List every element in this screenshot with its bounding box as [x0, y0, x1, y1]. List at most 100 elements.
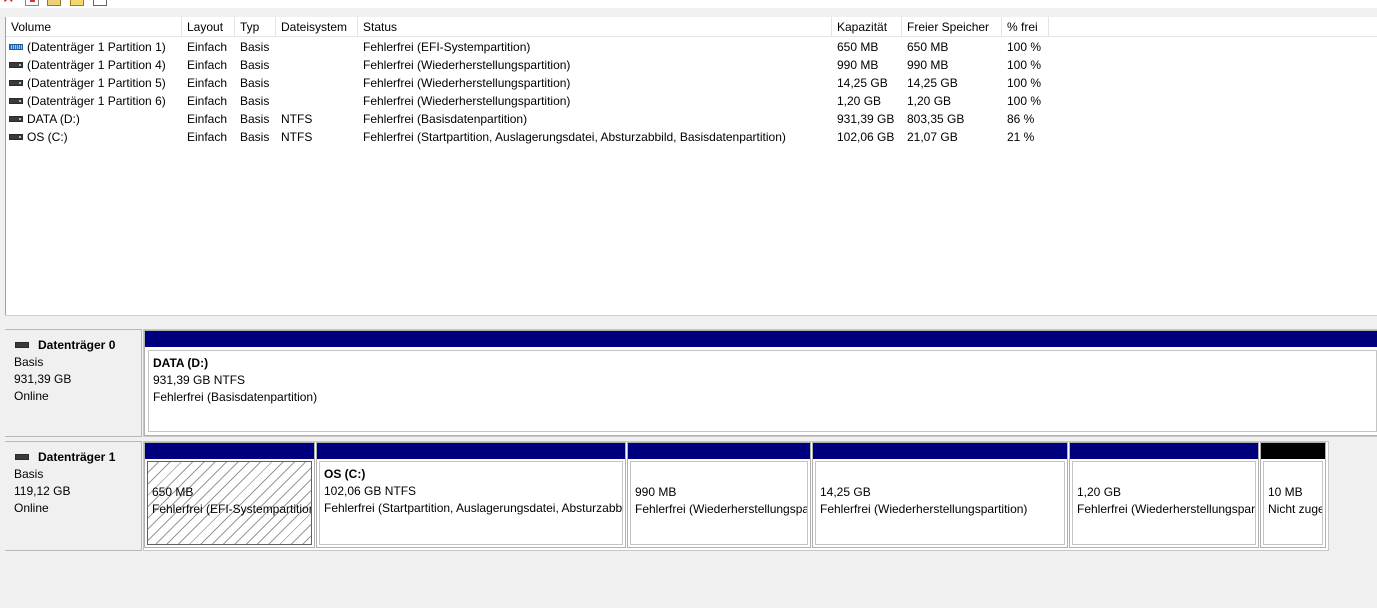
- partition-bar: [1070, 443, 1258, 459]
- partition-bar: [813, 443, 1067, 459]
- column-header-volume[interactable]: Volume: [6, 17, 182, 37]
- partition-data-d[interactable]: DATA (D:) 931,39 GB NTFS Fehlerfrei (Bas…: [144, 330, 1377, 436]
- volume-icon: [9, 115, 23, 122]
- column-header-dateisystem[interactable]: Dateisystem: [276, 17, 358, 37]
- cell-status: Fehlerfrei (EFI-Systempartition): [363, 40, 531, 54]
- cell-status: Fehlerfrei (Basisdatenpartition): [363, 112, 528, 126]
- cell-dateisystem: NTFS: [281, 112, 313, 126]
- cell-prozent-frei: 100 %: [1007, 94, 1042, 108]
- cell-layout: Einfach: [187, 112, 228, 126]
- cell-layout: Einfach: [187, 130, 228, 144]
- disk-label-0[interactable]: Datenträger 0 Basis 931,39 GB Online: [5, 329, 142, 437]
- cell-dateisystem: [276, 74, 358, 92]
- column-header-kapazitaet[interactable]: Kapazität: [832, 17, 902, 37]
- cell-prozent-frei: 21 %: [1007, 130, 1035, 144]
- cell-kapazitaet: 650 MB: [837, 40, 879, 54]
- cell-typ: Basis: [240, 76, 270, 90]
- delete-icon[interactable]: ✕: [2, 0, 16, 6]
- pane-splitter[interactable]: [5, 315, 1377, 321]
- partition-title: DATA (D:): [153, 356, 209, 370]
- cell-status: Fehlerfrei (Wiederherstellungspartition): [363, 58, 571, 72]
- partition-body[interactable]: OS (C:) 102,06 GB NTFS Fehlerfrei (Start…: [319, 461, 623, 545]
- disk-area-0: DATA (D:) 931,39 GB NTFS Fehlerfrei (Bas…: [143, 329, 1377, 437]
- partition-status: Fehlerfrei (Startpartition, Auslagerungs…: [324, 501, 623, 515]
- partition-bar: [145, 443, 314, 459]
- disk-name: Datenträger 1: [38, 450, 116, 464]
- partition-unallocated[interactable]: 10 MB Nicht zugeordnet: [1260, 442, 1326, 548]
- partition-efi[interactable]: 650 MB Fehlerfrei (EFI-Systempartition): [144, 442, 315, 548]
- disk-label-1[interactable]: Datenträger 1 Basis 119,12 GB Online: [5, 441, 142, 551]
- console-icon[interactable]: [93, 0, 107, 6]
- cell-status: Fehlerfrei (Wiederherstellungspartition): [363, 76, 571, 90]
- cell-layout: Einfach: [187, 76, 228, 90]
- disk-area-1: 650 MB Fehlerfrei (EFI-Systempartition) …: [143, 441, 1329, 551]
- partition-size: 1,20 GB: [1077, 485, 1122, 499]
- cell-freier-speicher: 21,07 GB: [907, 130, 958, 144]
- volume-name: (Datenträger 1 Partition 4): [27, 58, 166, 72]
- cell-kapazitaet: 990 MB: [837, 58, 879, 72]
- partition-size: 650 MB: [152, 485, 194, 499]
- column-header-layout[interactable]: Layout: [182, 17, 235, 37]
- cell-dateisystem: [276, 92, 358, 110]
- volume-icon: [9, 133, 23, 140]
- partition-size: 102,06 GB NTFS: [324, 484, 417, 498]
- cell-volume: (Datenträger 1 Partition 4): [6, 56, 182, 74]
- volume-icon: [9, 43, 23, 50]
- partition-bar: [145, 331, 1377, 347]
- column-header-freier-speicher[interactable]: Freier Speicher: [902, 17, 1002, 37]
- partition-recovery-5[interactable]: 14,25 GB Fehlerfrei (Wiederherstellungsp…: [812, 442, 1068, 548]
- disk-state: Online: [14, 389, 49, 403]
- cell-kapazitaet: 1,20 GB: [837, 94, 882, 108]
- volume-list[interactable]: Volume Layout Typ Dateisystem Status Kap…: [5, 17, 1377, 315]
- disk-size: 931,39 GB: [14, 372, 72, 386]
- partition-status: Fehlerfrei (EFI-Systempartition): [152, 502, 312, 516]
- disk-state: Online: [14, 501, 49, 515]
- wizard-icon[interactable]: [70, 0, 84, 6]
- cell-typ: Basis: [240, 40, 270, 54]
- table-row[interactable]: (Datenträger 1 Partition 1) Einfach Basis F…: [6, 38, 1377, 56]
- volume-icon: [9, 79, 23, 86]
- cell-dateisystem: [276, 56, 358, 74]
- partition-body[interactable]: 10 MB Nicht zugeordnet: [1263, 461, 1323, 545]
- table-row[interactable]: (Datenträger 1 Partition 5) Einfach Basis F…: [6, 74, 1377, 92]
- table-row[interactable]: DATA (D:) Einfach Basis NTFS Fehlerfrei (Bas…: [6, 110, 1377, 128]
- cell-volume: (Datenträger 1 Partition 5): [6, 74, 182, 92]
- cell-typ: Basis: [240, 94, 270, 108]
- cell-freier-speicher: 1,20 GB: [907, 94, 952, 108]
- cell-kapazitaet: 102,06 GB: [837, 130, 895, 144]
- cell-prozent-frei: 100 %: [1007, 40, 1042, 54]
- table-row[interactable]: (Datenträger 1 Partition 4) Einfach Basis F…: [6, 56, 1377, 74]
- partition-body[interactable]: DATA (D:) 931,39 GB NTFS Fehlerfrei (Bas…: [148, 350, 1377, 432]
- partition-body[interactable]: 650 MB Fehlerfrei (EFI-Systempartition): [147, 461, 312, 545]
- volume-name: (Datenträger 1 Partition 5): [27, 76, 166, 90]
- partition-body[interactable]: 14,25 GB Fehlerfrei (Wiederherstellungsp…: [815, 461, 1065, 545]
- disk-row-1: Datenträger 1 Basis 119,12 GB Online 650…: [5, 441, 1377, 551]
- cell-dateisystem: [276, 38, 358, 56]
- partition-size: 14,25 GB: [820, 485, 871, 499]
- partition-status: Fehlerfrei (Wiederherstellungspartition): [820, 502, 1028, 516]
- volume-name: OS (C:): [27, 130, 68, 144]
- table-row[interactable]: OS (C:) Einfach Basis NTFS Fehlerfrei (Start…: [6, 128, 1377, 146]
- partition-body[interactable]: 1,20 GB Fehlerfrei (Wiederherstellungspa…: [1072, 461, 1256, 545]
- partition-size: 990 MB: [635, 485, 677, 499]
- column-header-prozent-frei[interactable]: % frei: [1002, 17, 1049, 37]
- column-header-typ[interactable]: Typ: [235, 17, 276, 37]
- help-icon[interactable]: [47, 0, 61, 6]
- cell-typ: Basis: [240, 112, 270, 126]
- partition-recovery-6[interactable]: 1,20 GB Fehlerfrei (Wiederherstellungspa…: [1069, 442, 1259, 548]
- partition-body[interactable]: 990 MB Fehlerfrei (Wiederherstellungspar…: [630, 461, 808, 545]
- volume-name: (Datenträger 1 Partition 6): [27, 94, 166, 108]
- partition-os-c[interactable]: OS (C:) 102,06 GB NTFS Fehlerfrei (Start…: [316, 442, 626, 548]
- column-header-status[interactable]: Status: [358, 17, 832, 37]
- table-row[interactable]: (Datenträger 1 Partition 6) Einfach Basis F…: [6, 92, 1377, 110]
- cell-volume: OS (C:): [6, 128, 182, 146]
- cell-freier-speicher: 650 MB: [907, 40, 949, 54]
- cell-typ: Basis: [240, 130, 270, 144]
- cell-freier-speicher: 803,35 GB: [907, 112, 965, 126]
- cell-volume: (Datenträger 1 Partition 1): [6, 38, 182, 56]
- cell-freier-speicher: 14,25 GB: [907, 76, 958, 90]
- properties-icon[interactable]: [25, 0, 39, 6]
- disk-row-0: Datenträger 0 Basis 931,39 GB Online DAT…: [5, 329, 1377, 437]
- partition-recovery-4[interactable]: 990 MB Fehlerfrei (Wiederherstellungspar…: [627, 442, 811, 548]
- toolbar: ✕: [0, 0, 1377, 8]
